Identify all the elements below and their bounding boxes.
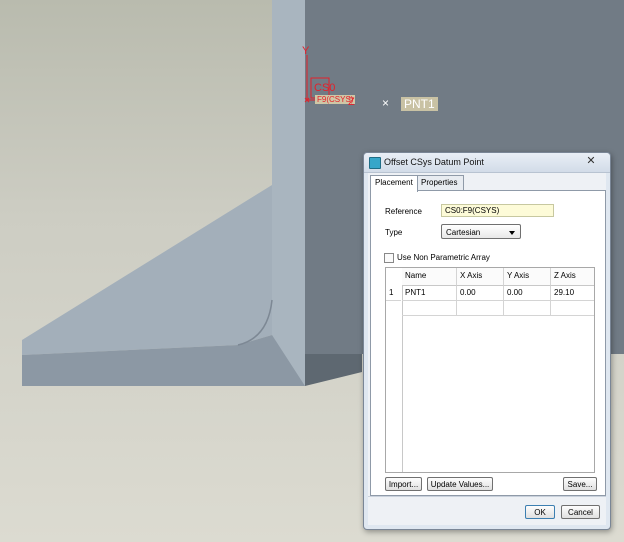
update-values-button[interactable]: Update Values... [427, 477, 493, 491]
empty-cell[interactable] [402, 301, 457, 316]
col-header-z[interactable]: Z Axis [551, 268, 594, 286]
chevron-down-icon [509, 231, 515, 235]
empty-cell[interactable] [551, 301, 594, 316]
empty-cell[interactable] [457, 301, 504, 316]
reference-field[interactable]: CS0:F9(CSYS) [441, 204, 554, 217]
type-dropdown[interactable]: Cartesian [441, 224, 521, 239]
cell-z[interactable]: 29.10 [551, 286, 594, 301]
dialog-title: Offset CSys Datum Point [384, 157, 484, 167]
points-table: Name X Axis Y Axis Z Axis 1 PNT1 0.00 0.… [385, 267, 595, 473]
base-top-face [22, 185, 272, 355]
wall-shadow [305, 354, 362, 386]
col-header-name[interactable]: Name [402, 268, 457, 286]
datum-point-marker[interactable]: × [382, 96, 389, 110]
cell-x[interactable]: 0.00 [457, 286, 504, 301]
empty-cell[interactable] [504, 301, 551, 316]
dialog-footer: OK Cancel [368, 496, 606, 525]
offset-csys-dialog: Offset CSys Datum Point ✕ Placement Prop… [363, 152, 611, 530]
axis-z-label: Z [348, 96, 355, 108]
dialog-app-icon [369, 157, 381, 169]
close-icon[interactable]: ✕ [578, 154, 604, 168]
col-header-y[interactable]: Y Axis [504, 268, 551, 286]
save-button[interactable]: Save... [563, 477, 597, 491]
placement-panel: Reference CS0:F9(CSYS) Type Cartesian Us… [370, 190, 606, 496]
non-parametric-checkbox[interactable] [384, 253, 394, 263]
non-parametric-label: Use Non Parametric Array [397, 253, 490, 262]
import-button[interactable]: Import... [385, 477, 422, 491]
tab-properties[interactable]: Properties [416, 175, 464, 191]
wall-edge-face [272, 0, 305, 386]
csys-label[interactable]: CS0 [314, 82, 335, 94]
axis-y-label: Y [302, 45, 310, 57]
cell-y[interactable]: 0.00 [504, 286, 551, 301]
dialog-body: Placement Properties Reference CS0:F9(CS… [368, 173, 606, 525]
ok-button[interactable]: OK [525, 505, 555, 519]
col-header-x[interactable]: X Axis [457, 268, 504, 286]
type-dropdown-value: Cartesian [446, 228, 481, 237]
dialog-titlebar[interactable]: Offset CSys Datum Point ✕ [364, 153, 610, 173]
row-index: 1 [386, 286, 401, 301]
cancel-button[interactable]: Cancel [561, 505, 600, 519]
cell-name[interactable]: PNT1 [402, 286, 457, 301]
type-label: Type [385, 228, 403, 237]
datum-point-label[interactable]: PNT1 [401, 97, 438, 111]
tab-placement[interactable]: Placement [370, 175, 418, 192]
reference-label: Reference [385, 207, 422, 216]
